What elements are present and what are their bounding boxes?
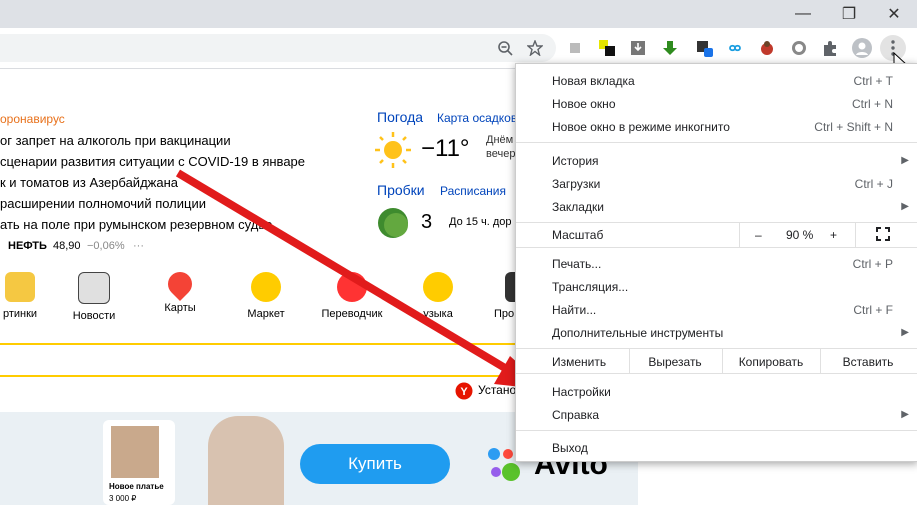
menu-label: Новое окно в режиме инкогнито bbox=[552, 120, 730, 134]
menu-bookmarks[interactable]: Закладки ▶ bbox=[552, 196, 909, 218]
zoom-out-button[interactable]: – bbox=[755, 228, 762, 242]
menu-edit-label: Изменить bbox=[552, 355, 607, 369]
divider bbox=[855, 223, 856, 247]
zoom-value: 90 % bbox=[786, 228, 814, 242]
menu-cast[interactable]: Трансляция... bbox=[552, 276, 893, 298]
menu-incognito[interactable]: Новое окно в режиме инкогнито Ctrl + Shif… bbox=[552, 116, 893, 138]
menu-settings[interactable]: Настройки bbox=[552, 381, 893, 403]
separator bbox=[516, 142, 917, 143]
zoom-in-button[interactable]: + bbox=[830, 228, 837, 242]
chevron-right-icon: ▶ bbox=[901, 201, 909, 212]
chrome-menu: Новая вкладка Ctrl + T Новое окно Ctrl + N… bbox=[515, 63, 917, 462]
menu-label: Справка bbox=[552, 408, 600, 422]
fullscreen-icon[interactable] bbox=[876, 227, 890, 244]
menu-label: Найти... bbox=[552, 303, 597, 317]
menu-label: Дополнительные инструменты bbox=[552, 326, 724, 340]
menu-exit[interactable]: Выход bbox=[552, 437, 893, 459]
menu-downloads[interactable]: Загрузки Ctrl + J bbox=[552, 173, 893, 195]
shortcut: Ctrl + F bbox=[853, 303, 893, 317]
menu-help[interactable]: Справка ▶ bbox=[552, 404, 909, 426]
menu-print[interactable]: Печать... Ctrl + P bbox=[552, 253, 893, 275]
menu-new-tab[interactable]: Новая вкладка Ctrl + T bbox=[552, 70, 893, 92]
separator bbox=[516, 247, 917, 248]
menu-label: Настройки bbox=[552, 385, 611, 399]
copy-button[interactable]: Копировать bbox=[722, 351, 820, 373]
menu-label: Новое окно bbox=[552, 97, 616, 111]
menu-more-tools[interactable]: Дополнительные инструменты ▶ bbox=[552, 322, 909, 344]
divider bbox=[739, 223, 740, 247]
menu-new-window[interactable]: Новое окно Ctrl + N bbox=[552, 93, 893, 115]
separator bbox=[516, 373, 917, 374]
menu-label: Печать... bbox=[552, 257, 602, 271]
shortcut: Ctrl + T bbox=[853, 74, 893, 88]
menu-label: Трансляция... bbox=[552, 280, 629, 294]
shortcut: Ctrl + P bbox=[852, 257, 893, 271]
cut-button[interactable]: Вырезать bbox=[629, 351, 721, 373]
menu-label: Выход bbox=[552, 441, 588, 455]
separator bbox=[516, 222, 917, 223]
chevron-right-icon: ▶ bbox=[901, 155, 909, 166]
chevron-right-icon: ▶ bbox=[901, 409, 909, 420]
shortcut: Ctrl + N bbox=[851, 97, 893, 111]
menu-label: Масштаб bbox=[552, 228, 604, 242]
shortcut: Ctrl + Shift + N bbox=[814, 120, 893, 134]
menu-zoom: Масштаб bbox=[552, 224, 893, 246]
separator bbox=[516, 348, 917, 349]
menu-label: Новая вкладка bbox=[552, 74, 635, 88]
chevron-right-icon: ▶ bbox=[901, 327, 909, 338]
menu-label: Закладки bbox=[552, 200, 604, 214]
menu-history[interactable]: История ▶ bbox=[552, 150, 909, 172]
paste-button[interactable]: Вставить bbox=[820, 351, 916, 373]
separator bbox=[516, 430, 917, 431]
menu-label: История bbox=[552, 154, 599, 168]
menu-label: Загрузки bbox=[552, 177, 601, 191]
menu-find[interactable]: Найти... Ctrl + F bbox=[552, 299, 893, 321]
shortcut: Ctrl + J bbox=[854, 177, 893, 191]
